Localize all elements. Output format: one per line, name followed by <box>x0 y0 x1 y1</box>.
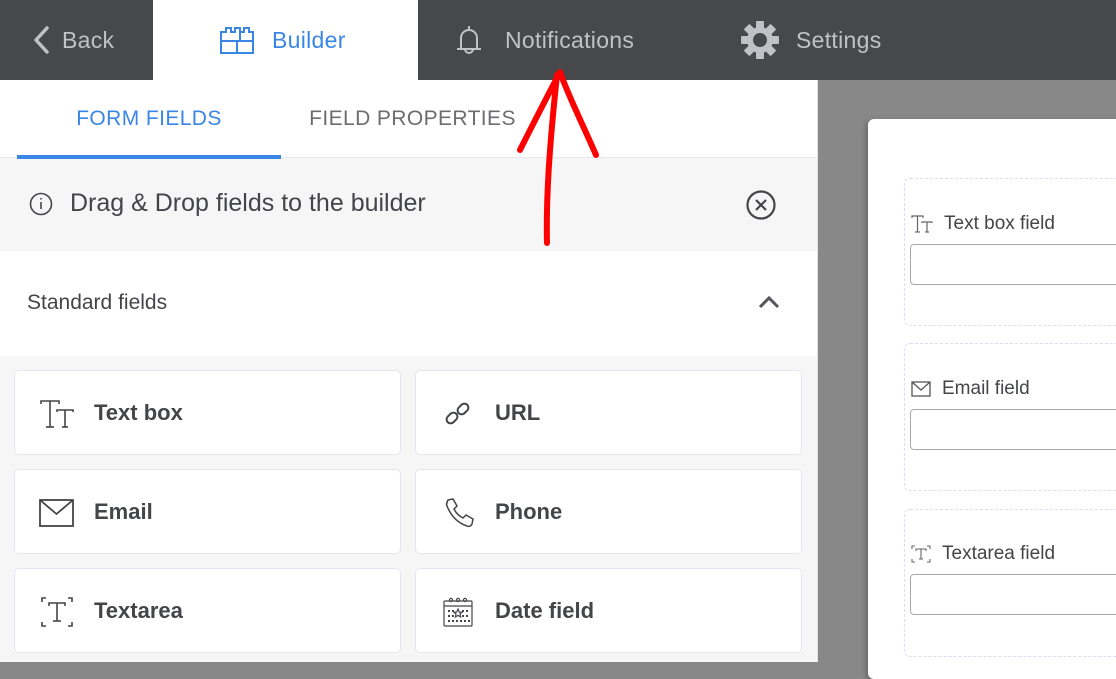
field-card-textarea[interactable]: Textarea <box>14 568 401 653</box>
back-label: Back <box>62 26 115 53</box>
field-card-phone[interactable]: Phone <box>415 469 802 554</box>
tab-field-properties[interactable]: FIELD PROPERTIES <box>290 80 535 158</box>
field-card-label: Phone <box>495 498 563 524</box>
info-icon <box>29 192 53 221</box>
blocks-icon <box>220 26 254 54</box>
textarea-icon <box>911 545 931 563</box>
form-field-label-text: Text box field <box>944 213 1055 234</box>
field-card-text-box[interactable]: Text box <box>14 370 401 455</box>
form-field-label-text: Email field <box>942 378 1030 399</box>
text-box-input[interactable] <box>910 244 1116 285</box>
close-circle-icon[interactable] <box>745 189 777 226</box>
form-field-label: Textarea field <box>911 543 1055 565</box>
tab-builder[interactable]: Builder <box>153 0 418 80</box>
tab-form-fields[interactable]: FORM FIELDS <box>17 80 281 159</box>
gear-icon <box>740 20 780 60</box>
textarea-icon <box>39 594 75 630</box>
field-card-url[interactable]: URL <box>415 370 802 455</box>
back-button[interactable]: Back <box>0 0 153 80</box>
tab-notifications[interactable]: Notifications <box>455 0 634 80</box>
email-input[interactable] <box>910 409 1116 450</box>
field-card-label: Textarea <box>94 597 183 623</box>
phone-icon <box>440 495 476 531</box>
text-size-icon <box>39 396 75 432</box>
form-preview: Text box field Email field Textarea fiel… <box>868 119 1116 679</box>
form-field-label-text: Textarea field <box>942 543 1056 564</box>
form-field-label: Text box field <box>911 213 1055 235</box>
field-card-label: URL <box>495 399 541 425</box>
section-title: Standard fields <box>27 291 168 314</box>
field-card-email[interactable]: Email <box>14 469 401 554</box>
form-field-label: Email field <box>911 378 1030 400</box>
field-card-label: Email <box>94 498 153 524</box>
calendar-icon <box>440 594 476 630</box>
textarea-input[interactable] <box>910 574 1116 615</box>
builder-canvas: Text box field Email field Textarea fiel… <box>818 80 1116 679</box>
notifications-label: Notifications <box>505 26 635 53</box>
field-card-label: Text box <box>94 399 183 425</box>
fields-panel: FORM FIELDS FIELD PROPERTIES Drag & Drop… <box>0 80 818 662</box>
text-size-icon <box>911 215 933 233</box>
tab-settings[interactable]: Settings <box>740 0 882 80</box>
info-banner-text: Drag & Drop fields to the builder <box>70 189 426 217</box>
info-banner: Drag & Drop fields to the builder <box>0 159 817 251</box>
chevron-left-icon <box>32 26 50 54</box>
envelope-icon <box>39 495 75 531</box>
standard-fields-header[interactable]: Standard fields <box>0 251 817 356</box>
field-card-label: Date field <box>495 597 595 623</box>
chevron-up-icon[interactable] <box>757 294 781 315</box>
envelope-icon <box>911 381 931 397</box>
link-icon <box>440 396 476 432</box>
field-card-date[interactable]: Date field <box>415 568 802 653</box>
panel-tabs: FORM FIELDS FIELD PROPERTIES <box>0 80 817 159</box>
bell-icon <box>455 23 483 57</box>
settings-label: Settings <box>796 26 882 53</box>
builder-label: Builder <box>272 26 346 53</box>
top-navigation-bar: Back Builder Notifications Settings <box>0 0 1116 80</box>
